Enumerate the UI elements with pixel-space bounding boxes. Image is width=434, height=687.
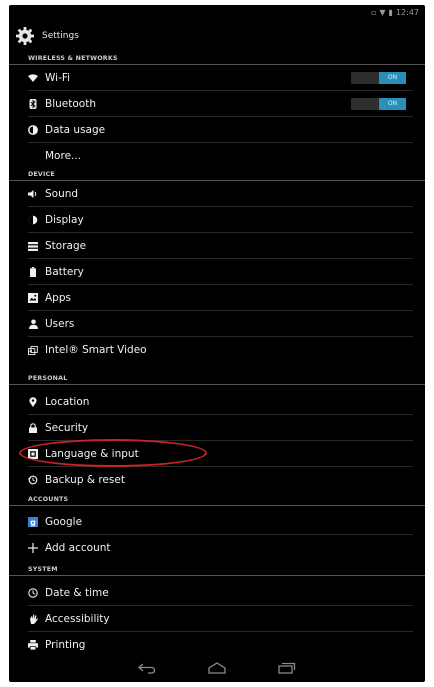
settings-item-location[interactable]: Location (9, 389, 425, 415)
settings-item-label: Date & time (45, 587, 109, 599)
settings-item-users[interactable]: Users (9, 311, 425, 337)
settings-item-label: Data usage (45, 124, 106, 136)
settings-item-storage[interactable]: Storage (9, 233, 425, 259)
settings-item-battery[interactable]: Battery (9, 259, 425, 285)
settings-item-security[interactable]: Security (9, 415, 425, 441)
settings-item-google[interactable]: g Google (9, 509, 425, 535)
settings-item-label: Security (45, 422, 89, 434)
sound-icon (28, 189, 38, 199)
settings-item-data-usage[interactable]: Data usage (9, 117, 425, 143)
navigation-bar (9, 654, 425, 682)
settings-item-label: Bluetooth (45, 98, 96, 110)
settings-item-label: Apps (45, 292, 71, 304)
settings-item-sound[interactable]: Sound (9, 181, 425, 207)
settings-item-label: Printing (45, 639, 86, 651)
bluetooth-toggle[interactable]: ON (351, 98, 406, 110)
settings-item-wifi[interactable]: Wi-Fi ON (9, 65, 425, 91)
settings-item-accessibility[interactable]: Accessibility (9, 606, 425, 632)
settings-item-label: Storage (45, 240, 87, 252)
smart-video-icon (28, 345, 38, 355)
wifi-icon (28, 73, 38, 83)
google-account-icon: g (28, 517, 38, 527)
apps-icon (28, 293, 38, 303)
settings-item-bluetooth[interactable]: Bluetooth ON (9, 91, 425, 117)
settings-item-label: Location (45, 396, 90, 408)
user-icon (28, 319, 38, 329)
section-header-device: DEVICE (9, 169, 425, 181)
bluetooth-toggle-state: ON (379, 98, 406, 110)
data-usage-icon (28, 125, 38, 135)
settings-item-label: Backup & reset (45, 474, 125, 486)
settings-item-language-input[interactable]: Language & input (9, 441, 425, 467)
backup-icon (28, 475, 38, 485)
display-icon (28, 215, 38, 225)
settings-item-backup-reset[interactable]: Backup & reset (9, 467, 425, 493)
settings-item-label: More... (45, 150, 82, 162)
action-bar: Settings (9, 19, 425, 53)
svg-text:g: g (30, 518, 36, 527)
keyboard-icon (28, 449, 38, 459)
settings-item-intel-smart-video[interactable]: Intel® Smart Video (9, 337, 425, 363)
settings-item-apps[interactable]: Apps (9, 285, 425, 311)
wifi-toggle[interactable]: ON (351, 72, 406, 84)
clock-icon (28, 588, 38, 598)
location-pin-icon (28, 397, 38, 407)
status-bar: ▫ ▼ ▮ 12:47 (9, 5, 425, 19)
plus-icon (28, 543, 38, 553)
settings-item-display[interactable]: Display (9, 207, 425, 233)
settings-item-label: Google (45, 516, 83, 528)
page-title: Settings (42, 31, 79, 41)
settings-item-label: Language & input (45, 448, 139, 460)
section-header-personal: PERSONAL (9, 373, 425, 385)
settings-gear-icon[interactable] (15, 26, 35, 46)
wifi-signal-icon: ▼ (379, 7, 386, 17)
storage-icon (28, 241, 38, 251)
settings-item-label: Display (45, 214, 84, 226)
section-header-wireless: WIRELESS & NETWORKS (9, 53, 425, 65)
settings-item-label: Wi-Fi (45, 72, 71, 84)
settings-item-label: Users (45, 318, 75, 330)
battery-icon: ▮ (388, 7, 393, 17)
section-header-system: SYSTEM (9, 564, 425, 576)
section-header-accounts: ACCOUNTS (9, 494, 425, 506)
home-button[interactable] (206, 661, 228, 675)
settings-item-label: Sound (45, 188, 79, 200)
settings-item-date-time[interactable]: Date & time (9, 580, 425, 606)
lock-icon (28, 423, 38, 433)
settings-screen: ▫ ▼ ▮ 12:47 Settings WIRELESS & NETWORKS… (9, 5, 425, 682)
status-time: 12:47 (395, 7, 419, 17)
settings-item-label: Accessibility (45, 613, 110, 625)
settings-item-add-account[interactable]: Add account (9, 535, 425, 561)
accessibility-hand-icon (28, 614, 38, 624)
back-button[interactable] (136, 661, 158, 675)
settings-item-more[interactable]: More... (9, 143, 425, 169)
more-spacer (28, 151, 38, 161)
notification-icon: ▫ (370, 7, 377, 17)
printer-icon (28, 640, 38, 650)
settings-item-label: Intel® Smart Video (45, 344, 147, 356)
settings-item-label: Add account (45, 542, 111, 554)
battery-setting-icon (28, 267, 38, 277)
wifi-toggle-state: ON (379, 72, 406, 84)
recent-apps-button[interactable] (276, 661, 298, 675)
bluetooth-icon (28, 99, 38, 109)
settings-item-label: Battery (45, 266, 84, 278)
